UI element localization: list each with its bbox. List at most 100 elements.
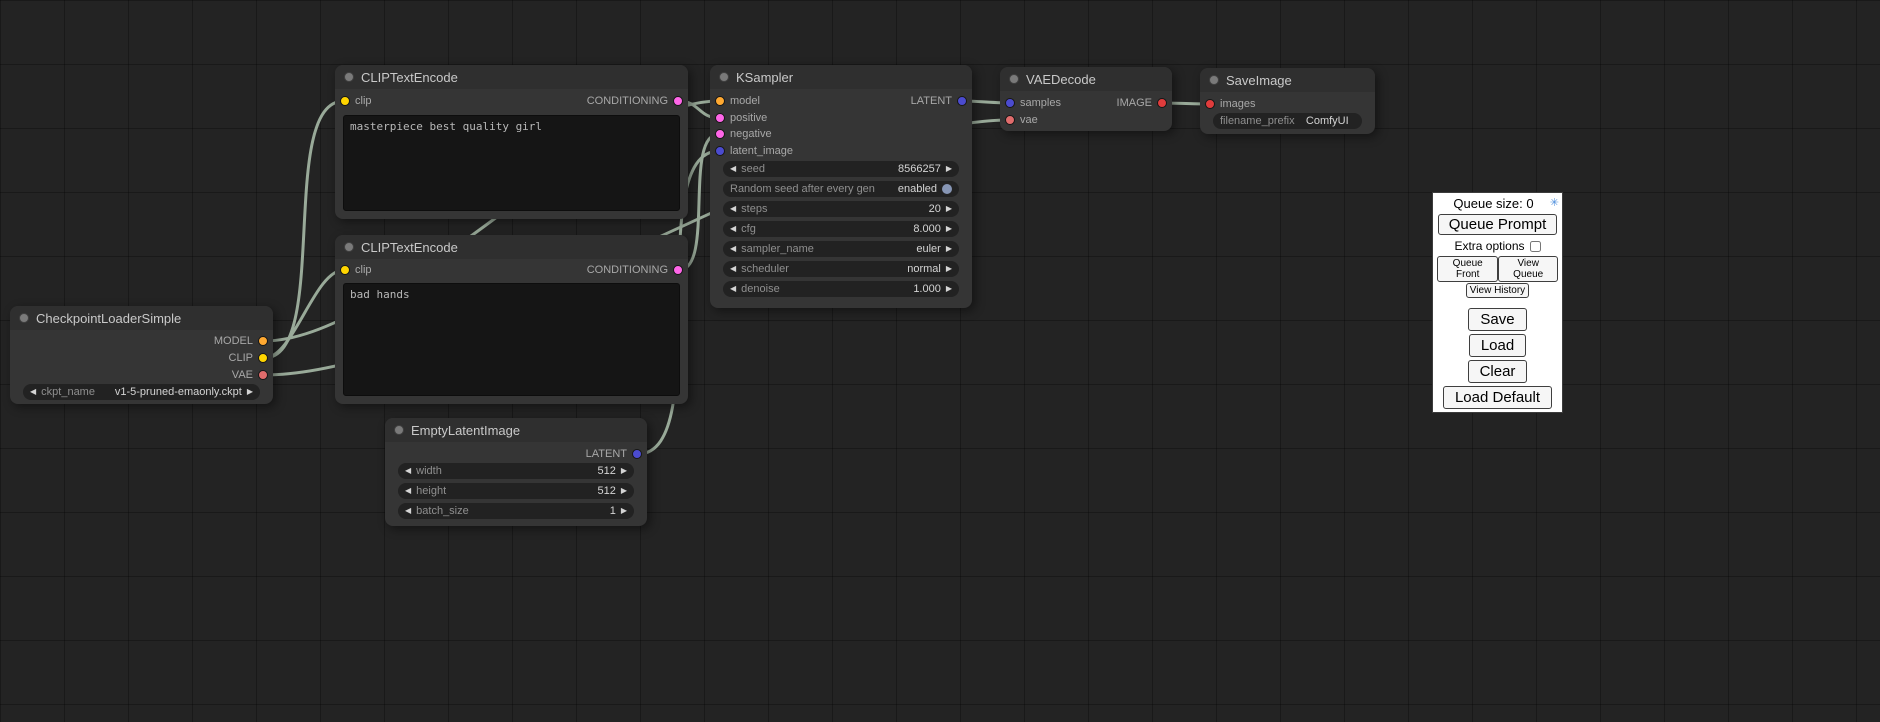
node-title: SaveImage [1226, 73, 1292, 88]
output-port-model[interactable] [258, 336, 268, 346]
increment-icon[interactable]: ▶ [621, 487, 627, 495]
widget-ckpt-name[interactable]: ◀ ckpt_name v1-5-pruned-emaonly.ckpt ▶ [23, 384, 260, 400]
input-port-clip[interactable] [340, 96, 350, 106]
input-port-latent-image[interactable] [715, 146, 725, 156]
queue-front-button[interactable]: Queue Front [1437, 256, 1498, 282]
output-port-latent[interactable] [957, 96, 967, 106]
view-queue-button[interactable]: View Queue [1498, 256, 1558, 282]
prompt-textarea-positive[interactable]: masterpiece best quality girl [343, 115, 680, 211]
increment-icon[interactable]: ▶ [621, 507, 627, 515]
widget-random-seed-toggle[interactable]: Random seed after every gen enabled [723, 181, 959, 197]
increment-icon[interactable]: ▶ [621, 467, 627, 475]
slot-label: latent_image [730, 145, 793, 157]
node-clip-text-encode-negative[interactable]: CLIPTextEncode clip CONDITIONING bad han… [335, 235, 688, 404]
node-title-bar[interactable]: CLIPTextEncode [335, 65, 688, 89]
collapse-dot-icon[interactable] [19, 313, 29, 323]
graph-canvas[interactable]: CheckpointLoaderSimple MODEL CLIP VAE ◀ … [0, 0, 1880, 722]
input-port-vae[interactable] [1005, 115, 1015, 125]
widget-steps[interactable]: ◀ steps 20 ▶ [723, 201, 959, 217]
slot-negative-input: negative [715, 126, 772, 142]
node-empty-latent-image[interactable]: EmptyLatentImage LATENT ◀ width 512 ▶ ◀ … [385, 418, 647, 526]
node-vae-decode[interactable]: VAEDecode samples IMAGE vae [1000, 67, 1172, 131]
node-title-bar[interactable]: CheckpointLoaderSimple [10, 306, 273, 330]
node-title-bar[interactable]: EmptyLatentImage [385, 418, 647, 442]
decrement-icon[interactable]: ◀ [730, 205, 736, 213]
node-title: CLIPTextEncode [361, 70, 458, 85]
widget-cfg[interactable]: ◀ cfg 8.000 ▶ [723, 221, 959, 237]
widget-sampler-name[interactable]: ◀ sampler_name euler ▶ [723, 241, 959, 257]
decrement-icon[interactable]: ◀ [730, 285, 736, 293]
load-default-button[interactable]: Load Default [1443, 386, 1552, 409]
decrement-icon[interactable]: ◀ [30, 388, 36, 396]
slot-clip-input: clip [340, 93, 372, 109]
node-title: VAEDecode [1026, 72, 1096, 87]
input-port-images[interactable] [1205, 99, 1215, 109]
decrement-icon[interactable]: ◀ [405, 467, 411, 475]
slot-samples-input: samples [1005, 95, 1061, 111]
decrement-icon[interactable]: ◀ [730, 165, 736, 173]
increment-icon[interactable]: ▶ [946, 165, 952, 173]
output-port-conditioning[interactable] [673, 96, 683, 106]
collapse-dot-icon[interactable] [1009, 74, 1019, 84]
node-save-image[interactable]: SaveImage images filename_prefix ComfyUI [1200, 68, 1375, 134]
increment-icon[interactable]: ▶ [946, 205, 952, 213]
widget-denoise[interactable]: ◀ denoise 1.000 ▶ [723, 281, 959, 297]
widget-label: denoise [741, 283, 780, 295]
collapse-dot-icon[interactable] [719, 72, 729, 82]
output-port-conditioning[interactable] [673, 265, 683, 275]
node-title: KSampler [736, 70, 793, 85]
settings-icon[interactable]: ✳ [1550, 196, 1559, 209]
node-clip-text-encode-positive[interactable]: CLIPTextEncode clip CONDITIONING masterp… [335, 65, 688, 219]
input-port-clip[interactable] [340, 265, 350, 275]
node-checkpoint-loader-simple[interactable]: CheckpointLoaderSimple MODEL CLIP VAE ◀ … [10, 306, 273, 404]
increment-icon[interactable]: ▶ [946, 265, 952, 273]
widget-value: ComfyUI [1306, 115, 1349, 127]
collapse-dot-icon[interactable] [394, 425, 404, 435]
decrement-icon[interactable]: ◀ [730, 265, 736, 273]
node-title-bar[interactable]: CLIPTextEncode [335, 235, 688, 259]
increment-icon[interactable]: ▶ [946, 225, 952, 233]
node-ksampler[interactable]: KSampler model LATENT positive negative … [710, 65, 972, 308]
input-port-samples[interactable] [1005, 98, 1015, 108]
slot-label: LATENT [586, 448, 627, 460]
widget-value: 1 [610, 505, 616, 517]
increment-icon[interactable]: ▶ [946, 245, 952, 253]
output-port-image[interactable] [1157, 98, 1167, 108]
increment-icon[interactable]: ▶ [946, 285, 952, 293]
increment-icon[interactable]: ▶ [247, 388, 253, 396]
widget-scheduler[interactable]: ◀ scheduler normal ▶ [723, 261, 959, 277]
input-port-positive[interactable] [715, 113, 725, 123]
view-history-button[interactable]: View History [1466, 283, 1529, 298]
load-button[interactable]: Load [1469, 334, 1526, 357]
extra-options-checkbox[interactable] [1530, 241, 1541, 252]
node-title-bar[interactable]: SaveImage [1200, 68, 1375, 92]
save-button[interactable]: Save [1468, 308, 1526, 331]
output-port-vae[interactable] [258, 370, 268, 380]
collapse-dot-icon[interactable] [1209, 75, 1219, 85]
node-title-bar[interactable]: KSampler [710, 65, 972, 89]
queue-prompt-button[interactable]: Queue Prompt [1438, 214, 1557, 235]
clear-button[interactable]: Clear [1468, 360, 1528, 383]
decrement-icon[interactable]: ◀ [730, 245, 736, 253]
widget-filename-prefix[interactable]: filename_prefix ComfyUI [1213, 113, 1362, 129]
queue-size-label: Queue size: 0 [1453, 196, 1533, 211]
collapse-dot-icon[interactable] [344, 72, 354, 82]
decrement-icon[interactable]: ◀ [405, 507, 411, 515]
input-port-negative[interactable] [715, 129, 725, 139]
output-port-clip[interactable] [258, 353, 268, 363]
decrement-icon[interactable]: ◀ [730, 225, 736, 233]
widget-seed[interactable]: ◀ seed 8566257 ▶ [723, 161, 959, 177]
widget-height[interactable]: ◀ height 512 ▶ [398, 483, 634, 499]
output-port-latent[interactable] [632, 449, 642, 459]
input-port-model[interactable] [715, 96, 725, 106]
toggle-knob-icon[interactable] [942, 184, 952, 194]
widget-label: cfg [741, 223, 756, 235]
slot-label: CLIP [229, 352, 253, 364]
decrement-icon[interactable]: ◀ [405, 487, 411, 495]
slot-label: vae [1020, 114, 1038, 126]
node-title-bar[interactable]: VAEDecode [1000, 67, 1172, 91]
widget-width[interactable]: ◀ width 512 ▶ [398, 463, 634, 479]
collapse-dot-icon[interactable] [344, 242, 354, 252]
prompt-textarea-negative[interactable]: bad hands [343, 283, 680, 396]
widget-batch-size[interactable]: ◀ batch_size 1 ▶ [398, 503, 634, 519]
